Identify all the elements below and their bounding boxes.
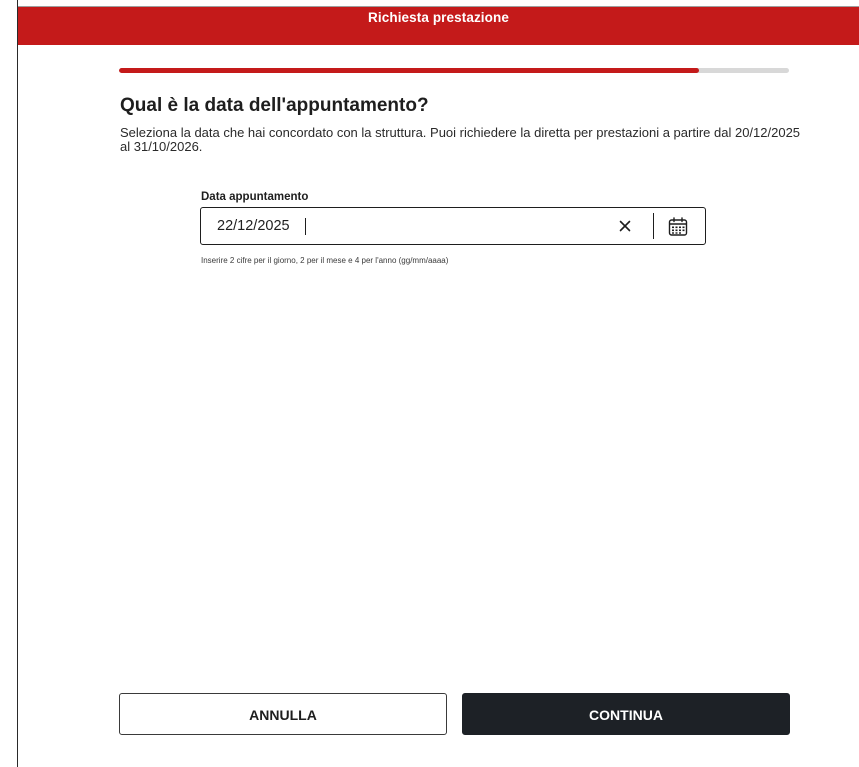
- progress-bar-fill: [119, 68, 700, 73]
- progress-bar: [119, 68, 789, 73]
- app-window: Richiesta prestazione Qual è la data del…: [0, 0, 859, 767]
- input-divider: [653, 213, 654, 239]
- header-title: Richiesta prestazione: [368, 10, 509, 25]
- window-edge: [17, 0, 18, 767]
- continue-button[interactable]: CONTINUA: [462, 693, 790, 735]
- header-bar: Richiesta prestazione: [18, 6, 859, 45]
- cancel-button[interactable]: ANNULLA: [119, 693, 447, 735]
- date-field[interactable]: [200, 207, 706, 245]
- text-caret: [305, 218, 306, 235]
- date-field-label: Data appuntamento: [201, 191, 309, 203]
- date-field-hint: Inserire 2 cifre per il giorno, 2 per il…: [201, 256, 449, 265]
- page-title: Qual è la data dell'appuntamento?: [120, 95, 429, 116]
- calendar-icon[interactable]: [667, 216, 689, 238]
- page-description: Seleziona la data che hai concordato con…: [120, 125, 801, 154]
- date-input[interactable]: [217, 215, 597, 237]
- close-icon[interactable]: [615, 216, 635, 236]
